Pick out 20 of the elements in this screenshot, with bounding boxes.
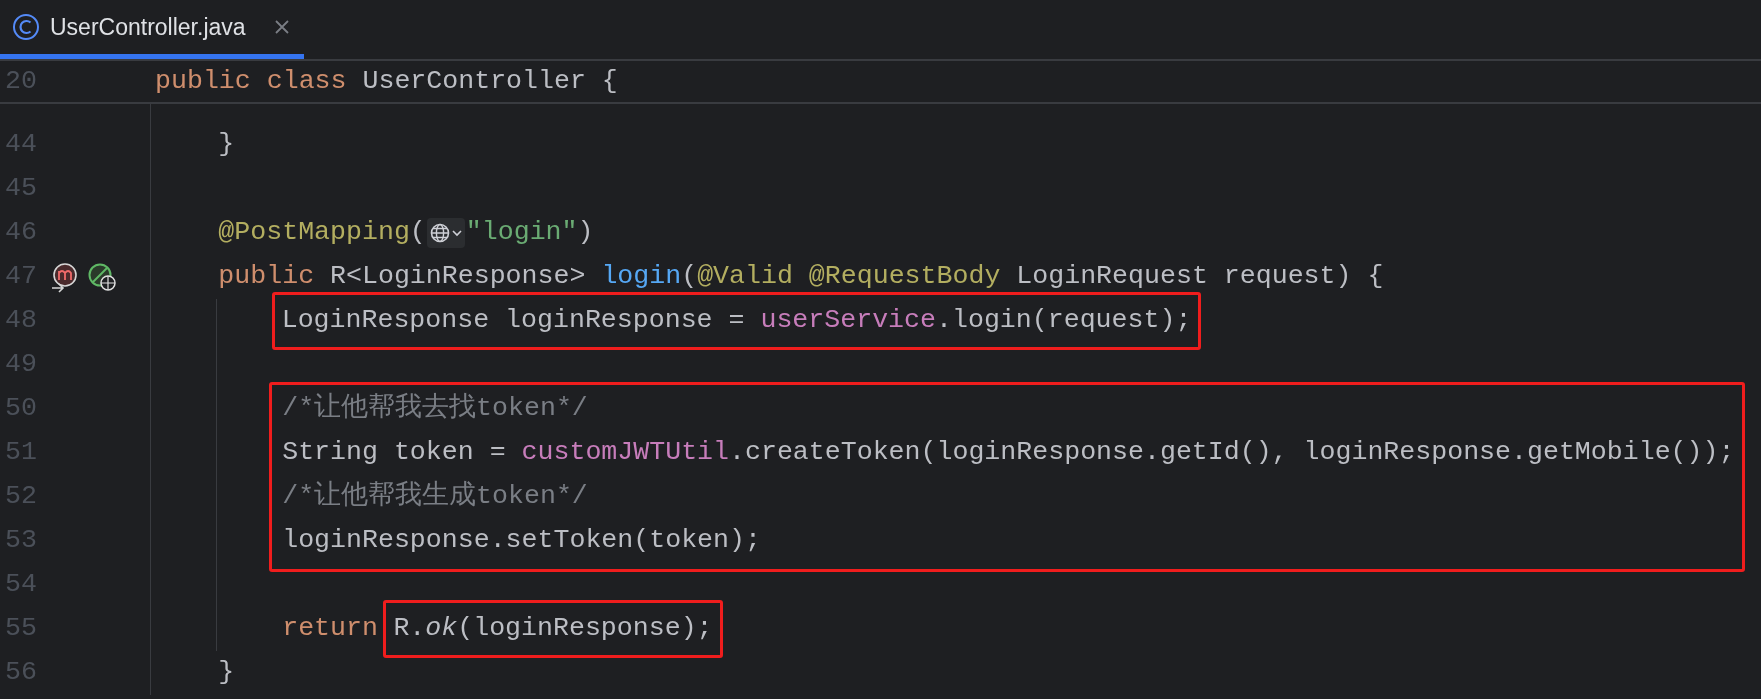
code-text: } <box>218 128 235 162</box>
code-text: "login") <box>465 216 594 250</box>
endpoint-icon <box>87 262 117 292</box>
code-text: /*让他帮我去找token*/ <box>282 391 588 426</box>
code-text: } <box>218 656 235 690</box>
code-text: String token = customJWTUtil.createToken(loginResponse.getId(), loginResponse.getMobile()); <box>282 436 1735 470</box>
method-icon <box>49 261 79 293</box>
code-text: /*让他帮我生成token*/ <box>282 479 588 514</box>
code-text: public class UserController { <box>155 64 618 98</box>
code-text: @PostMapping( <box>218 216 426 250</box>
tab-title: UserController.java <box>50 12 246 42</box>
close-icon[interactable] <box>273 19 290 35</box>
highlighted-code: R.ok(loginResponse); <box>383 600 723 658</box>
code-text: public R<LoginResponse> login(@Valid @RequestBody LoginRequest request) { <box>218 260 1384 294</box>
highlighted-code: LoginResponse loginResponse = userService.login(request); <box>271 292 1202 350</box>
code-text: return <box>282 612 379 646</box>
file-tab[interactable]: UserController.java <box>0 0 304 59</box>
code-text: loginResponse.setToken(token); <box>282 524 761 558</box>
class-icon <box>12 13 40 41</box>
url-hint-icon[interactable] <box>426 218 465 248</box>
